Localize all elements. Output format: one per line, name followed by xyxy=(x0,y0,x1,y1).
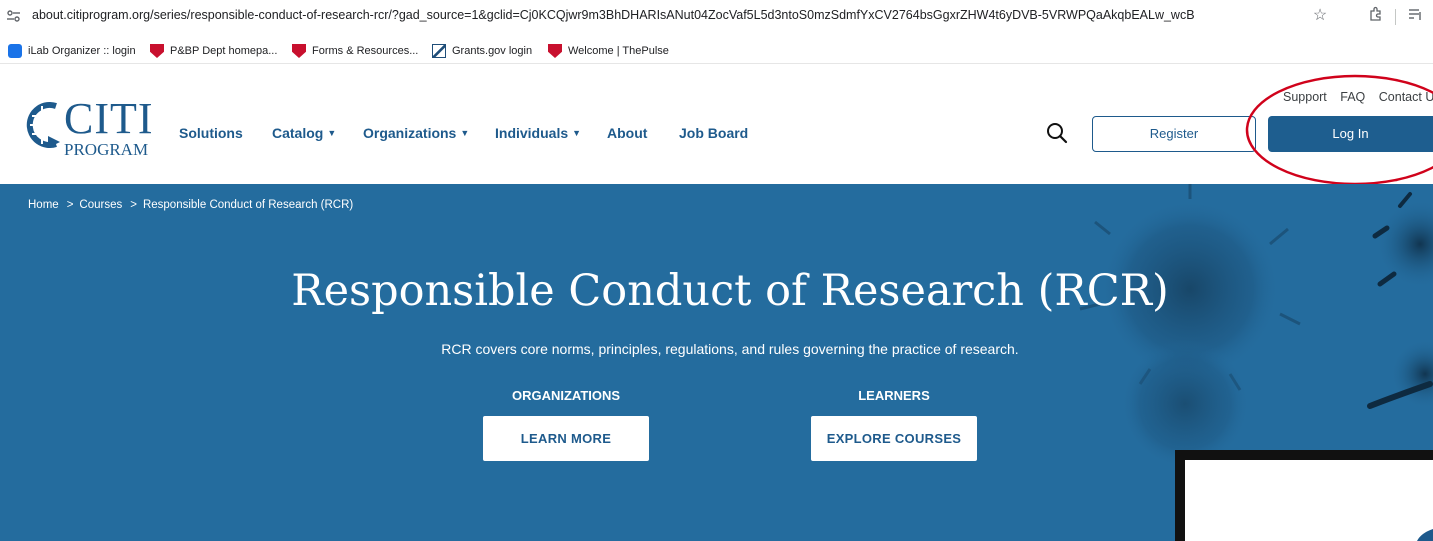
breadcrumb-current: Responsible Conduct of Research (RCR) xyxy=(142,199,354,211)
site-info-icon[interactable] xyxy=(6,9,22,23)
bookmark-grants[interactable]: Grants.gov login xyxy=(432,43,532,59)
nav-job-board[interactable]: Job Board xyxy=(679,125,748,141)
nav-about[interactable]: About xyxy=(607,125,647,141)
shield-icon xyxy=(548,44,562,58)
bookmark-forms[interactable]: Forms & Resources... xyxy=(292,43,418,59)
caret-down-icon: ▼ xyxy=(460,128,470,138)
popup-overlay xyxy=(1175,450,1433,541)
page-subtitle: RCR covers core norms, principles, regul… xyxy=(441,341,1019,357)
utility-links: Support FAQ Contact Us xyxy=(1283,90,1433,104)
bookmark-label: Forms & Resources... xyxy=(312,45,419,57)
nav-label: About xyxy=(607,125,648,141)
breadcrumb-separator: > xyxy=(66,199,74,211)
shield-icon xyxy=(150,44,164,58)
bookmark-label: iLab Organizer :: login xyxy=(28,45,136,57)
citi-program-logo[interactable]: CITI PROGRAM xyxy=(26,94,153,160)
organizations-label: ORGANIZATIONS xyxy=(511,388,621,403)
hero-banner: Home > Courses > Responsible Conduct of Rese… xyxy=(0,184,1433,541)
ilab-icon xyxy=(8,44,22,58)
nav-individuals[interactable]: Individuals ▼ xyxy=(495,125,581,141)
nav-label: Organizations xyxy=(363,125,457,141)
chat-widget-icon[interactable] xyxy=(1411,527,1433,541)
learn-more-button[interactable]: LEARN MORE xyxy=(483,416,649,461)
breadcrumb-home[interactable]: Home xyxy=(28,199,59,211)
nav-label: Catalog xyxy=(272,125,324,141)
faq-link[interactable]: FAQ xyxy=(1340,90,1365,104)
support-link[interactable]: Support xyxy=(1283,90,1327,104)
bookmark-pbp-dept[interactable]: P&BP Dept homepa... xyxy=(150,43,277,59)
breadcrumb-courses[interactable]: Courses xyxy=(79,199,122,211)
login-button[interactable]: Log In xyxy=(1268,116,1433,152)
caret-down-icon: ▼ xyxy=(572,128,582,138)
bookmark-label: P&BP Dept homepa... xyxy=(170,45,278,57)
nav-label: Job Board xyxy=(679,125,749,141)
breadcrumb: Home > Courses > Responsible Conduct of Rese… xyxy=(28,199,353,211)
shield-icon xyxy=(292,44,306,58)
page-title: Responsible Conduct of Research (RCR) xyxy=(291,266,1169,316)
logo-wordmark: CITI xyxy=(64,94,154,143)
bookmarks-bar: iLab Organizer :: login P&BP Dept homepa… xyxy=(0,38,1433,64)
site-header: CITI PROGRAM Solutions Catalog ▼ Organiza… xyxy=(0,66,1433,184)
nav-label: Solutions xyxy=(179,125,243,141)
nav-solutions[interactable]: Solutions xyxy=(179,125,243,141)
grants-icon xyxy=(432,44,446,58)
popup-content xyxy=(1185,460,1433,541)
browser-address-bar: about.citiprogram.org/series/responsible… xyxy=(0,0,1433,34)
bookmark-ilab[interactable]: iLab Organizer :: login xyxy=(8,43,136,59)
explore-courses-button[interactable]: EXPLORE COURSES xyxy=(811,416,977,461)
bookmark-thepulse[interactable]: Welcome | ThePulse xyxy=(548,43,669,59)
toolbar-divider xyxy=(1395,9,1396,25)
bookmark-label: Welcome | ThePulse xyxy=(568,45,669,57)
nav-label: Individuals xyxy=(495,125,569,141)
extensions-icon[interactable] xyxy=(1366,6,1386,26)
bookmark-star-icon[interactable]: ☆ xyxy=(1310,6,1330,26)
contact-link[interactable]: Contact Us xyxy=(1379,90,1433,104)
register-button[interactable]: Register xyxy=(1092,116,1256,152)
citi-globe-icon xyxy=(26,102,60,148)
url-field[interactable]: about.citiprogram.org/series/responsible… xyxy=(32,8,1195,22)
caret-down-icon: ▼ xyxy=(327,128,337,138)
nav-organizations[interactable]: Organizations ▼ xyxy=(363,125,469,141)
logo-subtext: PROGRAM xyxy=(64,140,149,159)
bookmark-label: Grants.gov login xyxy=(452,45,533,57)
breadcrumb-separator: > xyxy=(130,199,137,211)
learners-label: LEARNERS xyxy=(858,388,930,403)
nav-catalog[interactable]: Catalog ▼ xyxy=(272,125,336,141)
search-icon[interactable] xyxy=(1046,122,1068,144)
reading-list-icon[interactable] xyxy=(1405,6,1425,26)
